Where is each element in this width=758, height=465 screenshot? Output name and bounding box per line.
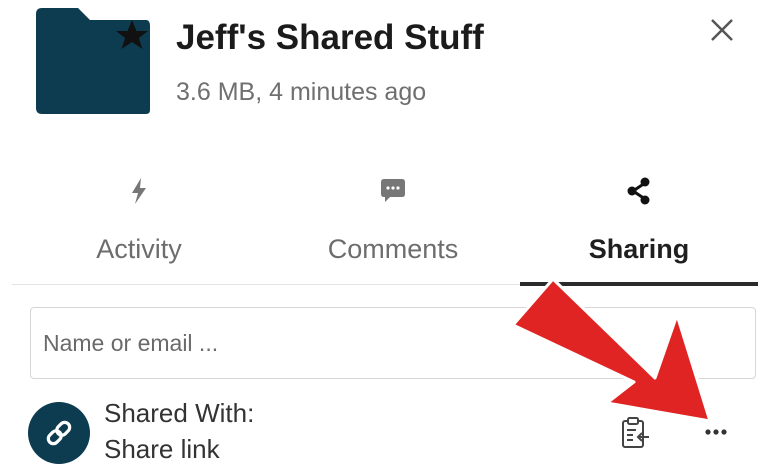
- file-meta: 3.6 MB, 4 minutes ago: [176, 78, 427, 106]
- close-icon: [711, 19, 733, 41]
- tab-sharing[interactable]: Sharing: [520, 168, 758, 284]
- more-options-button[interactable]: [696, 416, 736, 446]
- share-link-label: Share link: [104, 434, 220, 464]
- folder-star-icon: [34, 6, 152, 116]
- copy-link-button[interactable]: [618, 415, 652, 451]
- comment-icon: [378, 176, 408, 206]
- tab-label: Sharing: [588, 234, 690, 264]
- page-title: Jeff's Shared Stuff: [176, 18, 484, 57]
- shared-with-label: Shared With:: [104, 398, 255, 428]
- more-horizontal-icon: [705, 429, 727, 435]
- tab-label: Activity: [96, 234, 182, 264]
- share-with-input[interactable]: [30, 307, 756, 379]
- tab-label: Comments: [327, 234, 459, 264]
- tab-comments[interactable]: Comments: [266, 168, 520, 284]
- close-button[interactable]: [702, 10, 742, 50]
- tab-activity[interactable]: Activity: [12, 168, 266, 284]
- clipboard-icon: [622, 417, 649, 448]
- active-tab-indicator: [520, 282, 758, 286]
- link-icon: [46, 420, 72, 446]
- share-link-avatar: [28, 402, 90, 464]
- share-icon: [624, 176, 654, 206]
- lightning-icon: [124, 176, 154, 206]
